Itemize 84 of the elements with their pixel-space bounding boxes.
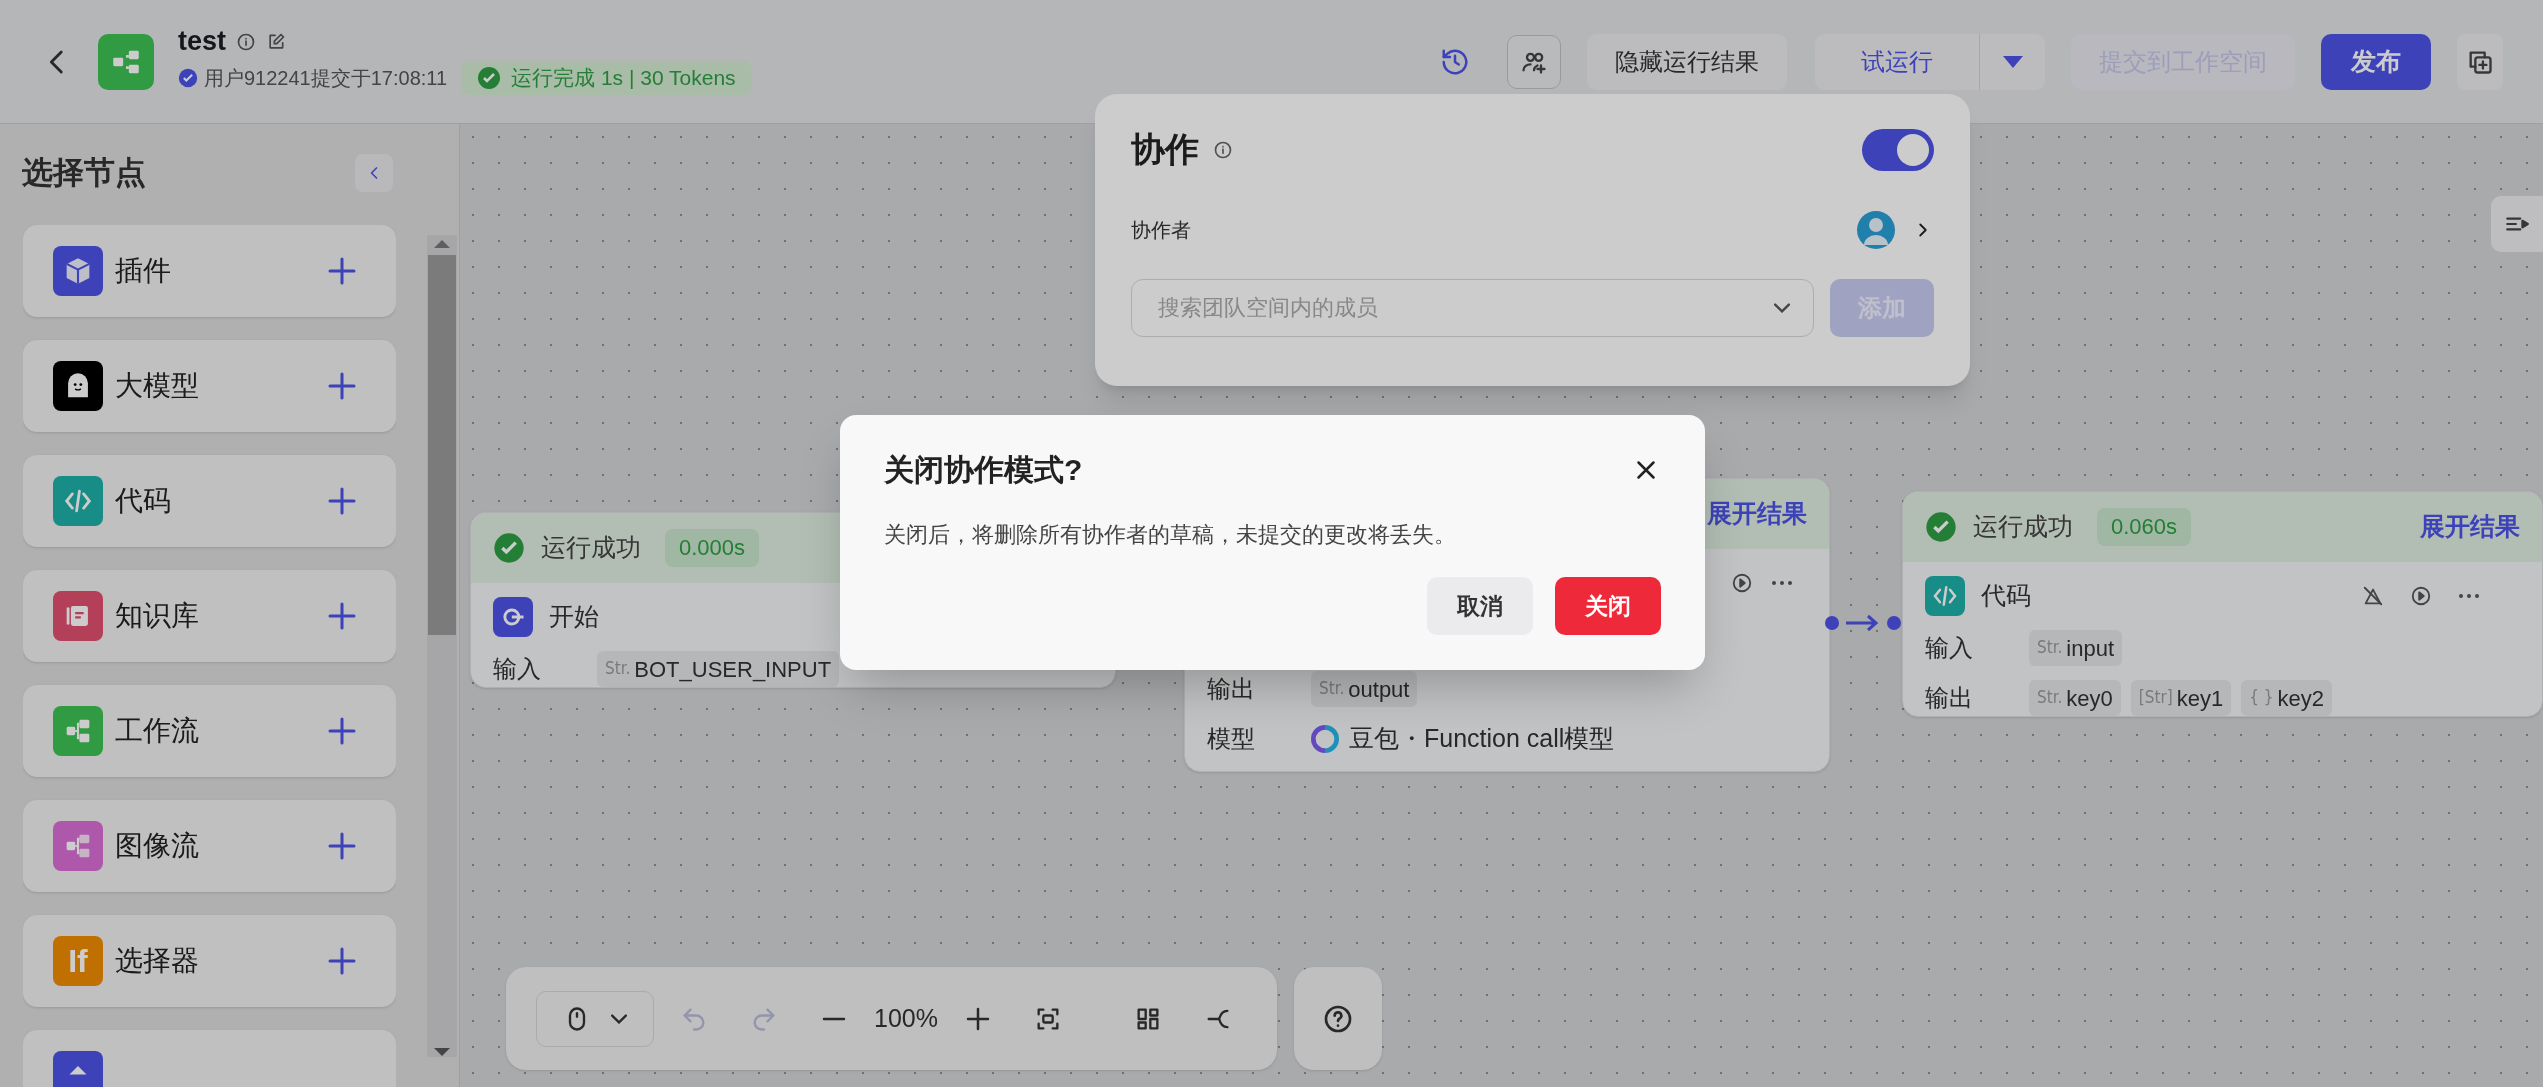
node-title: 开始: [549, 601, 599, 633]
success-icon: [477, 66, 502, 90]
more-icon[interactable]: [1771, 580, 1793, 586]
run-status: 运行成功: [1973, 511, 2073, 543]
pointer-mode-select[interactable]: [536, 990, 654, 1047]
more-icon[interactable]: [2458, 593, 2480, 599]
run-status-badge: 运行完成 1s | 30 Tokens: [461, 61, 752, 95]
type-label: [Str]: [2138, 686, 2173, 710]
duration-badge: 0.000s: [665, 529, 760, 567]
plugin-icon: [53, 246, 103, 296]
submit-info: 用户912241提交于17:08:11: [204, 66, 448, 91]
scrollbar-thumb[interactable]: [428, 255, 456, 635]
node-type-item[interactable]: 插件: [23, 225, 396, 317]
field-label: 输入: [493, 654, 542, 684]
workflow-title: test: [178, 28, 226, 55]
collaboration-toggle[interactable]: [1862, 128, 1934, 171]
imageflow-icon: [53, 821, 103, 871]
chevron-down-icon[interactable]: [1774, 303, 1790, 313]
field-label: 模型: [1207, 724, 1256, 754]
scroll-down-icon[interactable]: [433, 1047, 451, 1057]
member-search-field[interactable]: 搜索团队空间内的成员: [1131, 279, 1814, 337]
collaborator-icon[interactable]: [1507, 34, 1561, 89]
add-window-icon[interactable]: [2457, 33, 2503, 90]
model-icon: [1311, 725, 1339, 753]
type-label: Str.: [2037, 636, 2063, 660]
run-status: 运行成功: [541, 532, 641, 564]
field-label: 输出: [1207, 674, 1256, 704]
chevron-down-icon: [611, 1013, 627, 1024]
alert-off-icon[interactable]: [2362, 585, 2384, 607]
type-label: Str.: [605, 657, 631, 681]
edit-icon[interactable]: [266, 31, 286, 52]
field-label: 协作者: [1131, 218, 1191, 243]
cancel-button[interactable]: 取消: [1427, 577, 1533, 635]
knowledge-icon: [53, 591, 103, 641]
parameter-name: key2: [2277, 684, 2324, 713]
node-type-item[interactable]: 知识库: [23, 570, 396, 662]
type-label: { }: [2249, 686, 2274, 710]
llm-icon: [53, 361, 103, 411]
avatar[interactable]: [1856, 210, 1896, 250]
expand-results-link[interactable]: 展开结果: [2420, 508, 2520, 546]
parameter-name: key1: [2176, 684, 2224, 713]
workflow-icon: [53, 706, 103, 756]
run-icon[interactable]: [1731, 572, 1753, 594]
node-title: 代码: [1981, 580, 2031, 612]
field-label: 输出: [1925, 683, 1974, 713]
info-icon[interactable]: [1213, 139, 1233, 160]
success-icon: [1925, 511, 1957, 543]
publish-button[interactable]: 发布: [2321, 33, 2431, 90]
panel-toggle-icon[interactable]: [2491, 196, 2543, 252]
type-label: Str.: [1319, 677, 1345, 701]
verified-icon: [178, 68, 198, 88]
node-type-item[interactable]: 代码: [23, 455, 396, 547]
parameter-name: key0: [2066, 684, 2113, 713]
run-icon[interactable]: [2410, 585, 2432, 607]
info-icon[interactable]: [236, 31, 256, 52]
zoom-level: 100%: [874, 1002, 938, 1034]
parameter-name: output: [1348, 675, 1410, 704]
type-label: Str.: [2037, 686, 2063, 710]
scroll-up-icon[interactable]: [433, 239, 451, 249]
confirm-close-button[interactable]: 关闭: [1555, 577, 1661, 635]
workflow-logo-icon: [98, 33, 154, 90]
condition-icon: If: [53, 936, 103, 986]
node-type-item[interactable]: 大模型: [23, 340, 396, 432]
parameter-name: BOT_USER_INPUT: [634, 655, 832, 684]
hide-results-button[interactable]: 隐藏运行结果: [1587, 33, 1787, 90]
node-type-item[interactable]: 图像流: [23, 800, 396, 892]
code-node-icon: [1925, 576, 1965, 616]
field-label: 输入: [1925, 633, 1974, 663]
success-icon: [493, 532, 525, 564]
node-icon: [53, 1051, 103, 1087]
panel-title: 选择节点: [22, 153, 146, 192]
duration-badge: 0.060s: [2097, 508, 2192, 546]
parameter-name: input: [2066, 634, 2114, 663]
model-name: 豆包・Function call模型: [1349, 723, 1615, 755]
start-node-icon: [493, 597, 533, 637]
code-icon: [53, 476, 103, 526]
popup-title: 协作: [1131, 129, 1199, 170]
dialog-title: 关闭协作模式?: [884, 452, 1083, 488]
node-type-item[interactable]: If 选择器: [23, 915, 396, 1007]
help-icon[interactable]: [1294, 967, 1382, 1070]
expand-results-link[interactable]: 展开结果: [1707, 495, 1807, 533]
node-card[interactable]: 运行成功 0.060s 展开结果 代码 输入 Str. input 输出 Str. key0 [Str] key1 { } key2: [1902, 491, 2543, 717]
scrollbar[interactable]: [427, 235, 457, 1057]
node-type-item[interactable]: 工作流: [23, 685, 396, 777]
